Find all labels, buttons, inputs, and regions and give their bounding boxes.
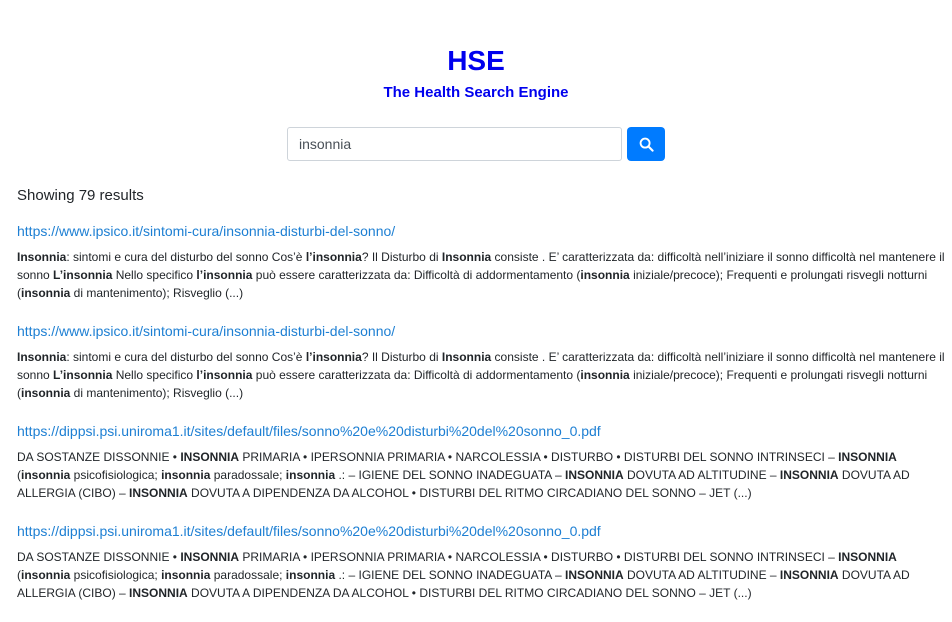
result-link[interactable]: https://dippsi.psi.uniroma1.it/sites/def… bbox=[17, 422, 945, 440]
result-item: https://dippsi.psi.uniroma1.it/sites/def… bbox=[17, 522, 945, 602]
search-input[interactable] bbox=[287, 127, 622, 161]
snippet-text: DA SOSTANZE DISSONNIE • bbox=[17, 550, 181, 564]
snippet-highlight: l’insonnia bbox=[305, 250, 362, 264]
snippet-highlight: insonnia bbox=[161, 468, 211, 482]
snippet-highlight: L’insonnia bbox=[53, 368, 113, 382]
snippet-highlight: INSONNIA bbox=[838, 450, 897, 464]
snippet-text: PRIMARIA • IPERSONNIA PRIMARIA • NARCOLE… bbox=[239, 450, 839, 464]
snippet-highlight: insonnia bbox=[161, 568, 211, 582]
snippet-text: paradossale; bbox=[210, 468, 286, 482]
snippet-highlight: Insonnia bbox=[17, 350, 67, 364]
search-form bbox=[0, 127, 952, 161]
snippet-highlight: INSONNIA bbox=[129, 586, 188, 600]
snippet-text: ? Il Disturbo di bbox=[361, 250, 442, 264]
snippet-text: .: – IGIENE DEL SONNO INADEGUATA – bbox=[335, 568, 565, 582]
brand-title: HSE bbox=[447, 45, 505, 76]
snippet-highlight: Insonnia bbox=[441, 250, 492, 264]
search-icon bbox=[639, 137, 654, 152]
snippet-text: Nello specifico bbox=[112, 368, 197, 382]
snippet-highlight: l’insonnia bbox=[196, 268, 253, 282]
snippet-highlight: Insonnia bbox=[17, 250, 67, 264]
result-snippet: Insonnia: sintomi e cura del disturbo de… bbox=[17, 348, 945, 402]
snippet-text: DOVUTA A DIPENDENZA DA ALCOHOL • DISTURB… bbox=[187, 586, 752, 600]
snippet-highlight: INSONNIA bbox=[180, 450, 240, 464]
result-link[interactable]: https://dippsi.psi.uniroma1.it/sites/def… bbox=[17, 522, 945, 540]
snippet-text: paradossale; bbox=[210, 568, 286, 582]
snippet-highlight: INSONNIA bbox=[779, 568, 839, 582]
snippet-highlight: INSONNIA bbox=[180, 550, 240, 564]
snippet-text: può essere caratterizzata da: Difficoltà… bbox=[252, 268, 581, 282]
snippet-highlight: l’insonnia bbox=[305, 350, 362, 364]
snippet-highlight: insonnia bbox=[285, 468, 336, 482]
snippet-highlight: insonnia bbox=[580, 368, 630, 382]
snippet-highlight: L’insonnia bbox=[53, 268, 113, 282]
result-item: https://www.ipsico.it/sintomi-cura/inson… bbox=[17, 222, 945, 302]
page-header: HSE The Health Search Engine bbox=[0, 0, 952, 103]
snippet-highlight: Insonnia bbox=[441, 350, 492, 364]
snippet-highlight: INSONNIA bbox=[564, 468, 624, 482]
snippet-highlight: insonnia bbox=[21, 568, 71, 582]
snippet-highlight: INSONNIA bbox=[129, 486, 188, 500]
snippet-text: PRIMARIA • IPERSONNIA PRIMARIA • NARCOLE… bbox=[239, 550, 839, 564]
results-list: https://www.ipsico.it/sintomi-cura/inson… bbox=[17, 222, 945, 622]
snippet-text: DOVUTA AD ALTITUDINE – bbox=[623, 468, 780, 482]
result-snippet: DA SOSTANZE DISSONNIE • INSONNIA PRIMARI… bbox=[17, 548, 945, 602]
snippet-highlight: insonnia bbox=[21, 286, 71, 300]
result-snippet: Insonnia: sintomi e cura del disturbo de… bbox=[17, 248, 945, 302]
results-count: Showing 79 results bbox=[17, 187, 144, 204]
snippet-text: di mantenimento); Risveglio (...) bbox=[70, 386, 244, 400]
snippet-text: DOVUTA AD ALTITUDINE – bbox=[623, 568, 780, 582]
snippet-highlight: INSONNIA bbox=[564, 568, 624, 582]
snippet-text: di mantenimento); Risveglio (...) bbox=[70, 286, 244, 300]
snippet-text: DA SOSTANZE DISSONNIE • bbox=[17, 450, 181, 464]
result-item: https://www.ipsico.it/sintomi-cura/inson… bbox=[17, 322, 945, 402]
snippet-text: : sintomi e cura del disturbo del sonno … bbox=[66, 250, 306, 264]
snippet-highlight: INSONNIA bbox=[838, 550, 897, 564]
snippet-text: Nello specifico bbox=[112, 268, 197, 282]
snippet-text: può essere caratterizzata da: Difficoltà… bbox=[252, 368, 581, 382]
snippet-highlight: insonnia bbox=[21, 386, 71, 400]
snippet-text: ? Il Disturbo di bbox=[361, 350, 442, 364]
result-snippet: DA SOSTANZE DISSONNIE • INSONNIA PRIMARI… bbox=[17, 448, 945, 502]
brand-tagline: The Health Search Engine bbox=[383, 84, 569, 101]
snippet-highlight: INSONNIA bbox=[779, 468, 839, 482]
result-link[interactable]: https://www.ipsico.it/sintomi-cura/inson… bbox=[17, 322, 945, 340]
result-item: https://dippsi.psi.uniroma1.it/sites/def… bbox=[17, 422, 945, 502]
search-button[interactable] bbox=[627, 127, 665, 161]
snippet-text: : sintomi e cura del disturbo del sonno … bbox=[66, 350, 306, 364]
snippet-text: psicofisiologica; bbox=[70, 568, 162, 582]
snippet-highlight: insonnia bbox=[285, 568, 336, 582]
snippet-highlight: insonnia bbox=[21, 468, 71, 482]
snippet-highlight: l’insonnia bbox=[196, 368, 253, 382]
snippet-text: DOVUTA A DIPENDENZA DA ALCOHOL • DISTURB… bbox=[187, 486, 752, 500]
snippet-text: psicofisiologica; bbox=[70, 468, 162, 482]
snippet-text: .: – IGIENE DEL SONNO INADEGUATA – bbox=[335, 468, 565, 482]
snippet-highlight: insonnia bbox=[580, 268, 630, 282]
result-link[interactable]: https://www.ipsico.it/sintomi-cura/inson… bbox=[17, 222, 945, 240]
